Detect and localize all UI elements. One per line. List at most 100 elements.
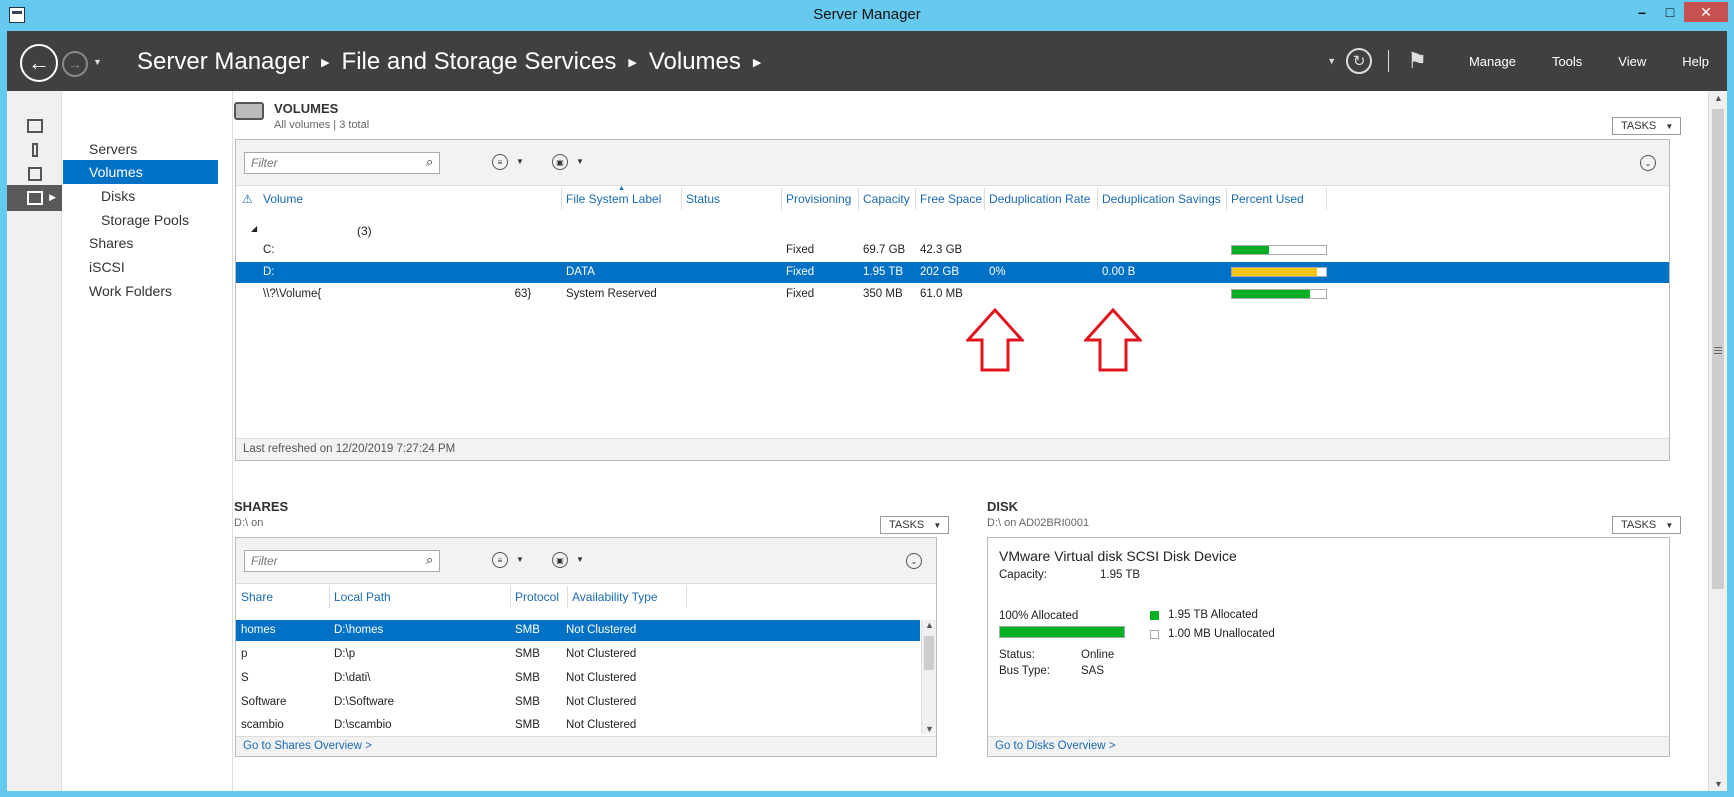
nav-servers[interactable]: Servers xyxy=(63,137,218,161)
col-protocol[interactable]: Protocol xyxy=(515,590,559,604)
file-storage-services-icon[interactable]: ▶ xyxy=(7,185,62,211)
breadcrumb-volumes[interactable]: Volumes xyxy=(649,48,741,76)
header-dropdown-icon[interactable]: ▼ xyxy=(1327,56,1336,66)
row-capacity: 69.7 GB xyxy=(863,244,906,256)
volumes-panel: ⌕ ≡ ▼ ▣ ▼ ⌄ ⚠ Volume File System Label ▲… xyxy=(235,139,1670,461)
nav-volumes[interactable]: Volumes xyxy=(63,160,218,184)
col-availability-type[interactable]: Availability Type xyxy=(572,590,658,604)
list-view-icon[interactable]: ≡ xyxy=(492,552,508,568)
row-capacity: 350 MB xyxy=(863,288,903,300)
row-volume: C: xyxy=(263,244,275,256)
volumes-tasks-button[interactable]: TASKS xyxy=(1612,117,1682,135)
scroll-thumb[interactable] xyxy=(1712,109,1724,589)
table-row[interactable]: p D:\p SMB Not Clustered xyxy=(236,644,856,665)
menu-help[interactable]: Help xyxy=(1682,54,1709,69)
all-servers-icon[interactable] xyxy=(7,161,62,187)
scroll-up-icon[interactable]: ▲ xyxy=(1709,93,1728,103)
save-query-icon[interactable]: ▣ xyxy=(552,154,568,170)
nav-shares[interactable]: Shares xyxy=(63,231,218,255)
shares-tasks-button[interactable]: TASKS xyxy=(880,516,950,534)
maximize-button[interactable]: □ xyxy=(1656,2,1684,22)
breadcrumb-server-manager[interactable]: Server Manager xyxy=(137,48,309,76)
annotation-arrow-icon xyxy=(1084,308,1142,372)
col-percent-used[interactable]: Percent Used xyxy=(1231,192,1304,206)
col-capacity[interactable]: Capacity xyxy=(863,192,910,206)
nav-iscsi[interactable]: iSCSI xyxy=(63,255,218,279)
row-volume: \\?\Volume{ 63} xyxy=(263,288,532,300)
breadcrumb-separator-icon[interactable]: ▶ xyxy=(753,56,761,69)
main-scrollbar[interactable]: ▲ ▼ xyxy=(1708,91,1727,791)
search-icon[interactable]: ⌕ xyxy=(426,154,433,170)
row-free-space: 61.0 MB xyxy=(920,288,963,300)
close-button[interactable]: ✕ xyxy=(1684,2,1728,22)
col-file-system-label[interactable]: File System Label xyxy=(566,192,661,206)
col-status[interactable]: Status xyxy=(686,192,720,206)
dashboard-icon[interactable] xyxy=(7,113,62,139)
group-collapse-icon[interactable]: ◢ xyxy=(251,224,257,233)
save-query-dropdown-icon[interactable]: ▼ xyxy=(576,555,584,564)
search-icon[interactable]: ⌕ xyxy=(426,552,433,568)
forward-arrow-icon[interactable]: → xyxy=(62,51,88,77)
save-query-icon[interactable]: ▣ xyxy=(552,552,568,568)
table-row[interactable]: D: DATA Fixed 1.95 TB 202 GB 0% 0.00 B xyxy=(236,262,1669,283)
disk-allocated-label: 100% Allocated xyxy=(999,610,1079,622)
row-availability: Not Clustered xyxy=(566,719,637,731)
menu-tools[interactable]: Tools xyxy=(1552,54,1582,69)
breadcrumb-file-storage[interactable]: File and Storage Services xyxy=(342,48,617,76)
row-share: scambio xyxy=(241,719,284,731)
nav-storage-pools[interactable]: Storage Pools xyxy=(63,208,218,232)
local-server-icon[interactable] xyxy=(7,137,62,163)
nav-work-folders[interactable]: Work Folders xyxy=(63,279,218,303)
table-row[interactable]: \\?\Volume{ 63} System Reserved Fixed 35… xyxy=(236,284,1669,305)
row-file-system-label: DATA xyxy=(566,266,595,278)
col-free-space[interactable]: Free Space xyxy=(920,192,982,206)
shares-title: SHARES xyxy=(234,499,289,514)
table-row[interactable]: C: Fixed 69.7 GB 42.3 GB xyxy=(236,240,1669,261)
scroll-down-icon[interactable]: ▼ xyxy=(1709,779,1728,789)
collapse-panel-icon[interactable]: ⌄ xyxy=(906,553,922,569)
col-volume[interactable]: Volume xyxy=(263,192,303,206)
row-deduplication-rate: 0% xyxy=(989,266,1006,278)
row-local-path: D:\homes xyxy=(334,624,384,636)
shares-overview-link[interactable]: Go to Shares Overview > xyxy=(243,740,372,752)
warning-column-icon[interactable]: ⚠ xyxy=(242,192,253,206)
save-query-dropdown-icon[interactable]: ▼ xyxy=(576,157,584,166)
shares-scrollbar[interactable]: ▲ ▼ xyxy=(921,620,936,734)
scroll-up-icon[interactable]: ▲ xyxy=(922,620,937,630)
menu-manage[interactable]: Manage xyxy=(1469,54,1516,69)
row-provisioning: Fixed xyxy=(786,266,815,278)
percent-used-bar xyxy=(1231,267,1327,277)
table-row[interactable]: scambio D:\scambio SMB Not Clustered xyxy=(236,716,856,734)
row-availability: Not Clustered xyxy=(566,672,637,684)
disk-tasks-button[interactable]: TASKS xyxy=(1612,516,1682,534)
table-row[interactable]: S D:\dati\ SMB Not Clustered xyxy=(236,668,856,689)
row-free-space: 202 GB xyxy=(920,266,959,278)
col-deduplication-rate[interactable]: Deduplication Rate xyxy=(989,192,1090,206)
volumes-filter-input[interactable] xyxy=(244,152,440,174)
back-arrow-icon[interactable]: ← xyxy=(20,44,58,82)
nav-disks[interactable]: Disks xyxy=(63,184,218,208)
shares-filter-input[interactable] xyxy=(244,550,440,572)
refresh-icon[interactable]: ↻ xyxy=(1346,48,1373,74)
col-local-path[interactable]: Local Path xyxy=(334,590,391,604)
scroll-down-icon[interactable]: ▼ xyxy=(922,724,937,734)
list-view-dropdown-icon[interactable]: ▼ xyxy=(516,157,524,166)
row-provisioning: Fixed xyxy=(786,244,815,256)
table-row[interactable]: Software D:\Software SMB Not Clustered xyxy=(236,692,856,713)
col-share[interactable]: Share xyxy=(241,590,273,604)
list-view-icon[interactable]: ≡ xyxy=(492,154,508,170)
history-dropdown-icon[interactable]: ▼ xyxy=(93,57,102,67)
table-row[interactable]: homes D:\homes SMB Not Clustered xyxy=(236,620,920,641)
disks-overview-link[interactable]: Go to Disks Overview > xyxy=(995,740,1115,752)
row-deduplication-savings: 0.00 B xyxy=(1102,266,1136,278)
collapse-panel-icon[interactable]: ⌄ xyxy=(1640,155,1656,171)
notifications-flag-icon[interactable]: ⚑ xyxy=(1407,48,1427,74)
minimize-button[interactable]: – xyxy=(1628,2,1656,22)
unallocated-legend-swatch xyxy=(1150,630,1159,639)
list-view-dropdown-icon[interactable]: ▼ xyxy=(516,555,524,564)
col-provisioning[interactable]: Provisioning xyxy=(786,192,851,206)
col-deduplication-savings[interactable]: Deduplication Savings xyxy=(1102,192,1221,206)
row-protocol: SMB xyxy=(515,648,540,660)
row-local-path: D:\Software xyxy=(334,696,395,708)
menu-view[interactable]: View xyxy=(1618,54,1646,69)
